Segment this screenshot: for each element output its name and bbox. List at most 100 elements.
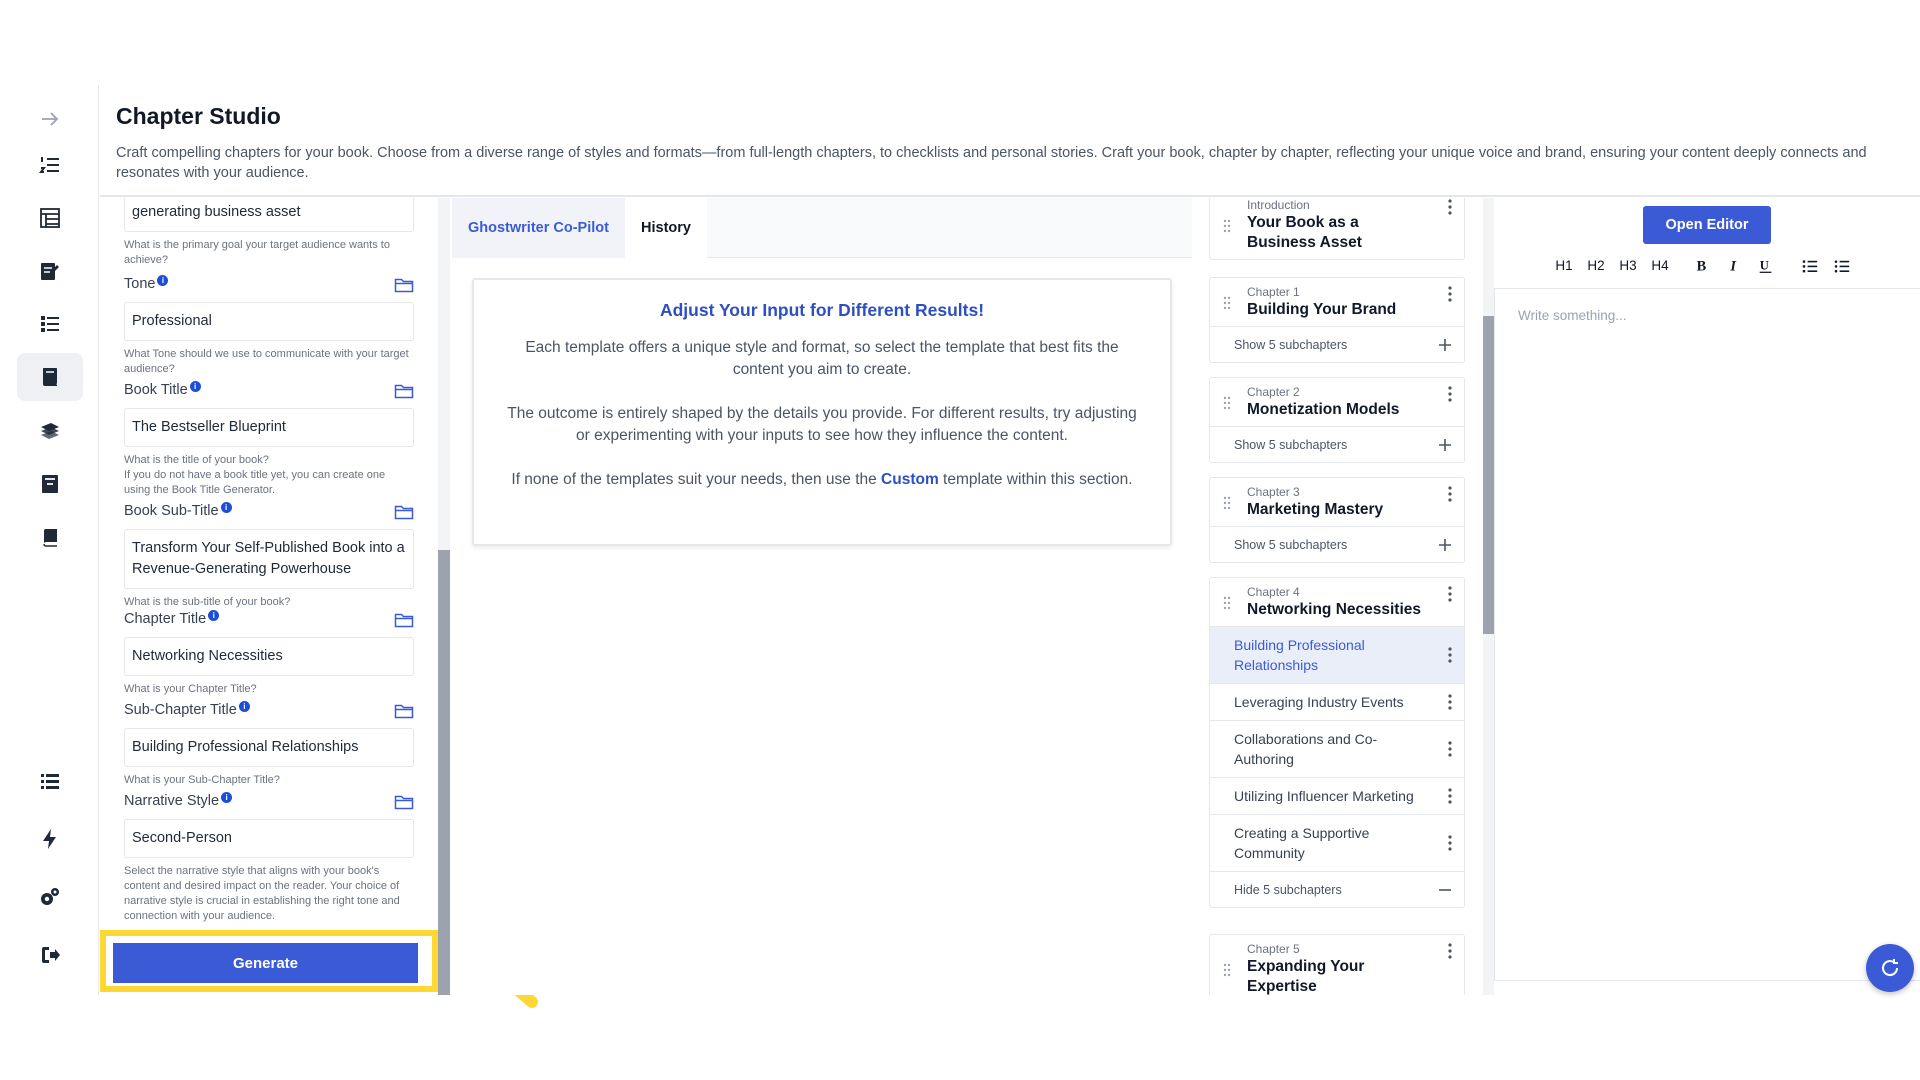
custom-template-link[interactable]: Custom xyxy=(881,471,939,488)
plus-icon[interactable] xyxy=(1438,538,1452,552)
folder-icon[interactable] xyxy=(394,702,414,720)
show-subchapters-toggle[interactable]: Show 5 subchapters xyxy=(1210,326,1464,362)
more-options-icon[interactable] xyxy=(1448,386,1452,402)
subchapter-item[interactable]: Creating a Supportive Community xyxy=(1210,814,1464,871)
more-options-icon[interactable] xyxy=(1448,741,1452,757)
book-icon[interactable] xyxy=(17,513,83,561)
copilot-tabs: Ghostwriter Co-Pilot History xyxy=(452,198,1192,258)
settings-icon[interactable] xyxy=(17,873,83,921)
tone-field-group: Tone i Professional What Tone should we u… xyxy=(124,275,414,377)
drag-handle-icon[interactable] xyxy=(1223,396,1231,410)
tab-history[interactable]: History xyxy=(625,198,707,258)
archive-icon[interactable] xyxy=(17,460,83,508)
show-subchapters-toggle[interactable]: Show 5 subchapters xyxy=(1210,426,1464,462)
more-options-icon[interactable] xyxy=(1448,199,1452,215)
more-options-icon[interactable] xyxy=(1448,286,1452,302)
book-subtitle-label: Book Sub-Title xyxy=(124,503,219,519)
folder-icon[interactable] xyxy=(394,503,414,521)
folder-icon[interactable] xyxy=(394,382,414,400)
drag-handle-icon[interactable] xyxy=(1223,963,1231,977)
books-icon[interactable] xyxy=(17,407,83,455)
plus-icon[interactable] xyxy=(1438,338,1452,352)
lightning-icon[interactable] xyxy=(17,815,83,863)
editor-placeholder: Write something... xyxy=(1518,308,1627,323)
folder-icon[interactable] xyxy=(394,793,414,811)
subchapter-item[interactable]: Building Professional Relationships xyxy=(1210,626,1464,683)
chapter-card-introduction[interactable]: Introduction Your Book as a Business Ass… xyxy=(1209,198,1465,260)
numbered-list-icon[interactable] xyxy=(17,141,83,189)
book-subtitle-input[interactable]: Transform Your Self-Published Book into … xyxy=(124,529,414,589)
drag-handle-icon[interactable] xyxy=(1223,296,1231,310)
chapter-card-5[interactable]: Chapter 5 Expanding Your Expertise xyxy=(1209,934,1465,995)
chapter-card-2[interactable]: Chapter 2 Monetization Models Show 5 sub… xyxy=(1209,377,1465,463)
heading-2-button[interactable]: H2 xyxy=(1584,254,1608,278)
generate-button[interactable]: Generate xyxy=(113,943,418,983)
subchapter-title-label: Sub-Chapter Title xyxy=(124,702,237,718)
minus-icon[interactable] xyxy=(1438,883,1452,897)
info-icon[interactable]: i xyxy=(221,792,233,803)
more-options-icon[interactable] xyxy=(1448,486,1452,502)
info-icon[interactable]: i xyxy=(157,275,169,286)
form-scrollbar[interactable] xyxy=(438,198,450,995)
subchapter-title-input[interactable]: Building Professional Relationships xyxy=(124,728,414,767)
edit-document-icon[interactable] xyxy=(17,247,83,295)
logout-icon[interactable] xyxy=(17,931,83,979)
info-icon[interactable]: i xyxy=(220,502,232,513)
subchapter-item[interactable]: Leveraging Industry Events xyxy=(1210,683,1464,720)
drag-handle-icon[interactable] xyxy=(1223,596,1231,610)
chapter-form: generating business asset What is the pr… xyxy=(100,198,438,995)
show-subchapters-toggle[interactable]: Show 5 subchapters xyxy=(1210,526,1464,562)
goal-input[interactable]: generating business asset xyxy=(124,198,414,232)
tone-help: What Tone should we use to communicate w… xyxy=(124,348,409,375)
heading-1-button[interactable]: H1 xyxy=(1552,254,1576,278)
arrow-right-icon[interactable] xyxy=(17,95,83,143)
editor-content[interactable] xyxy=(1494,288,1920,981)
info-icon[interactable]: i xyxy=(208,610,220,621)
chapter-card-4[interactable]: Chapter 4 Networking Necessities Buildin… xyxy=(1209,577,1465,908)
chapter-kicker: Chapter 2 xyxy=(1247,385,1300,399)
goal-help: What is the primary goal your target aud… xyxy=(124,239,390,266)
plus-icon[interactable] xyxy=(1438,438,1452,452)
checklist-icon[interactable] xyxy=(17,300,83,348)
chapter-card-1[interactable]: Chapter 1 Building Your Brand Show 5 sub… xyxy=(1209,277,1465,363)
info-icon[interactable]: i xyxy=(189,381,201,392)
svg-text:U: U xyxy=(1760,259,1769,273)
list-icon[interactable] xyxy=(17,757,83,805)
more-options-icon[interactable] xyxy=(1448,647,1452,663)
heading-3-button[interactable]: H3 xyxy=(1616,254,1640,278)
tab-ghostwriter-copilot[interactable]: Ghostwriter Co-Pilot xyxy=(452,198,626,258)
sidebar-rail xyxy=(0,85,99,995)
drag-handle-icon[interactable] xyxy=(1223,219,1231,233)
bold-icon[interactable]: B xyxy=(1692,254,1712,278)
more-options-icon[interactable] xyxy=(1448,835,1452,851)
more-options-icon[interactable] xyxy=(1448,788,1452,804)
underline-icon[interactable]: U xyxy=(1756,254,1776,278)
more-options-icon[interactable] xyxy=(1448,694,1452,710)
book-title-input[interactable]: The Bestseller Blueprint xyxy=(124,408,414,447)
notice-paragraph-2: The outcome is entirely shaped by the de… xyxy=(507,405,1137,444)
table-icon[interactable] xyxy=(17,194,83,242)
chapter-outline: Introduction Your Book as a Business Ass… xyxy=(1193,198,1483,995)
hide-subchapters-toggle[interactable]: Hide 5 subchapters xyxy=(1210,871,1464,907)
book-template-icon[interactable] xyxy=(17,353,83,401)
narrative-style-input[interactable]: Second-Person xyxy=(124,819,414,858)
help-chat-button[interactable] xyxy=(1866,944,1914,992)
more-options-icon[interactable] xyxy=(1448,586,1452,602)
heading-4-button[interactable]: H4 xyxy=(1648,254,1672,278)
drag-handle-icon[interactable] xyxy=(1223,496,1231,510)
folder-icon[interactable] xyxy=(394,276,414,294)
ordered-list-icon[interactable] xyxy=(1800,254,1820,278)
folder-icon[interactable] xyxy=(394,611,414,629)
open-editor-button[interactable]: Open Editor xyxy=(1643,206,1771,244)
info-icon[interactable]: i xyxy=(238,701,250,712)
chapter-title-input[interactable]: Networking Necessities xyxy=(124,637,414,676)
tone-input[interactable]: Professional xyxy=(124,302,414,341)
bullet-list-icon[interactable] xyxy=(1832,254,1852,278)
form-scrollbar-thumb[interactable] xyxy=(438,550,450,995)
chapter-name: Building Your Brand xyxy=(1247,301,1397,318)
italic-icon[interactable]: I xyxy=(1724,254,1744,278)
chapter-card-3[interactable]: Chapter 3 Marketing Mastery Show 5 subch… xyxy=(1209,477,1465,563)
subchapter-item[interactable]: Utilizing Influencer Marketing xyxy=(1210,777,1464,814)
subchapter-item[interactable]: Collaborations and Co-Authoring xyxy=(1210,720,1464,777)
more-options-icon[interactable] xyxy=(1448,943,1452,959)
